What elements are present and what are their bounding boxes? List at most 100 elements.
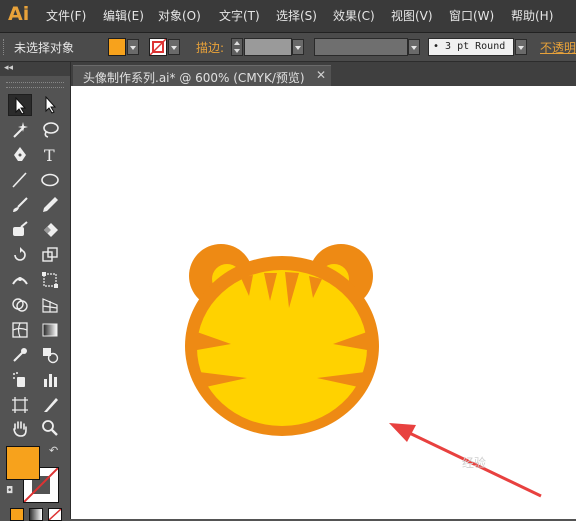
- scale-tool[interactable]: [38, 244, 62, 266]
- face[interactable]: [197, 270, 367, 426]
- none-slash-icon: [49, 509, 61, 520]
- stroke-swatch[interactable]: [149, 38, 167, 56]
- slice-tool[interactable]: [38, 394, 62, 416]
- pencil-icon: [43, 197, 58, 212]
- symbol-sprayer-icon: [13, 372, 25, 387]
- stroke-label: 描边:: [196, 41, 225, 55]
- shape-builder-icon: [12, 298, 28, 312]
- pointer-arrow-head: [389, 423, 416, 442]
- blob-brush-icon: [13, 221, 28, 236]
- lasso-tool[interactable]: [38, 119, 62, 141]
- svg-text:T: T: [44, 146, 55, 164]
- fill-swatch[interactable]: [108, 38, 126, 56]
- free-transform-tool[interactable]: [38, 269, 62, 291]
- document-tab-bar: 头像制作系列.ai* @ 600% (CMYK/预览) ✕: [71, 62, 576, 87]
- line-segment-tool[interactable]: [8, 169, 32, 191]
- collapse-icon[interactable]: ◂◂: [4, 63, 13, 73]
- eyedropper-icon: [13, 348, 27, 362]
- variable-width-profile[interactable]: [314, 38, 408, 56]
- color-mode-button[interactable]: [10, 508, 24, 521]
- selection-tool[interactable]: [8, 94, 32, 116]
- menu-window[interactable]: 窗口(W): [449, 7, 494, 24]
- zoom-icon: [42, 420, 58, 436]
- selection-status: 未选择对象: [14, 41, 75, 55]
- artboard-icon: [12, 397, 28, 413]
- magic-wand-tool[interactable]: [8, 119, 32, 141]
- menu-select[interactable]: 选择(S): [276, 7, 317, 24]
- stroke-dropdown[interactable]: [168, 39, 180, 55]
- tools-panel-grip[interactable]: [6, 82, 64, 88]
- default-colors-icon[interactable]: ◘: [6, 486, 13, 496]
- column-graph-tool[interactable]: [38, 369, 62, 391]
- stroke-weight-field[interactable]: [244, 38, 292, 56]
- eraser-icon: [44, 223, 58, 237]
- tools-panel-header: ◂◂: [0, 62, 70, 76]
- control-bar: 未选择对象 描边: • 3 pt Round 不透明: [0, 33, 576, 62]
- tools-panel: ◂◂ T ↶ ◘: [0, 62, 71, 521]
- menu-effect[interactable]: 效果(C): [333, 7, 375, 24]
- menu-type[interactable]: 文字(T): [219, 7, 260, 24]
- artboard-canvas[interactable]: [71, 86, 576, 519]
- swap-fill-stroke-icon[interactable]: ↶: [49, 444, 58, 457]
- lasso-icon: [43, 122, 59, 138]
- close-icon[interactable]: ✕: [316, 68, 326, 82]
- control-bar-grip[interactable]: [3, 39, 7, 55]
- ellipse-tool[interactable]: [38, 169, 62, 191]
- rotate-icon: [14, 247, 26, 261]
- watermark-text: 经验: [462, 456, 487, 470]
- artwork: [185, 244, 542, 498]
- menu-object[interactable]: 对象(O): [158, 7, 201, 24]
- eraser-tool[interactable]: [38, 219, 62, 241]
- blend-icon: [43, 348, 59, 364]
- pen-icon: [14, 147, 26, 161]
- ellipse-icon: [41, 173, 59, 187]
- gradient-tool[interactable]: [38, 319, 62, 341]
- perspective-grid-icon: [42, 298, 58, 313]
- type-tool[interactable]: T: [38, 144, 62, 166]
- mesh-tool[interactable]: [8, 319, 32, 341]
- menu-view[interactable]: 视图(V): [391, 7, 433, 24]
- free-transform-icon: [42, 272, 58, 288]
- gradient-mode-button[interactable]: [29, 508, 43, 521]
- hand-tool[interactable]: [8, 417, 32, 439]
- magic-wand-icon: [13, 122, 28, 138]
- variable-width-dropdown[interactable]: [408, 39, 420, 55]
- opacity-label[interactable]: 不透明: [540, 39, 576, 56]
- stroke-weight-dropdown[interactable]: [292, 39, 304, 55]
- shape-builder-tool[interactable]: [8, 294, 32, 316]
- pen-tool[interactable]: [8, 144, 32, 166]
- eyedropper-tool[interactable]: [8, 344, 32, 366]
- hand-icon: [13, 421, 27, 437]
- rotate-tool[interactable]: [8, 244, 32, 266]
- line-segment-icon: [12, 172, 27, 188]
- width-tool[interactable]: [8, 269, 32, 291]
- type-icon: T: [44, 146, 55, 164]
- gradient-icon: [42, 323, 58, 337]
- document-tab[interactable]: 头像制作系列.ai* @ 600% (CMYK/预览) ✕: [73, 65, 331, 87]
- no-stroke-icon: [150, 39, 166, 55]
- mesh-icon: [12, 322, 28, 338]
- direct-selection-tool[interactable]: [38, 94, 62, 116]
- blend-tool[interactable]: [38, 344, 62, 366]
- menu-file[interactable]: 文件(F): [46, 7, 86, 24]
- artboard-tool[interactable]: [8, 394, 32, 416]
- menu-help[interactable]: 帮助(H): [511, 7, 553, 24]
- brush-definition-field[interactable]: • 3 pt Round: [428, 38, 514, 56]
- menu-bar: Ai 文件(F) 编辑(E) 对象(O) 文字(T) 选择(S) 效果(C) 视…: [0, 0, 576, 33]
- stroke-weight-stepper[interactable]: [231, 38, 243, 56]
- none-mode-button[interactable]: [48, 508, 62, 521]
- pencil-tool[interactable]: [38, 194, 62, 216]
- app-logo: Ai: [8, 3, 30, 25]
- zoom-tool[interactable]: [38, 417, 62, 439]
- fill-color-box[interactable]: [6, 446, 40, 480]
- menu-edit[interactable]: 编辑(E): [103, 7, 144, 24]
- fill-dropdown[interactable]: [127, 39, 139, 55]
- blob-brush-tool[interactable]: [8, 219, 32, 241]
- symbol-sprayer-tool[interactable]: [8, 369, 32, 391]
- width-icon: [12, 277, 28, 285]
- paintbrush-tool[interactable]: [8, 194, 32, 216]
- brush-definition-dropdown[interactable]: [515, 39, 527, 55]
- perspective-grid-tool[interactable]: [38, 294, 62, 316]
- direct-selection-icon: [45, 96, 57, 114]
- scale-icon: [42, 247, 58, 262]
